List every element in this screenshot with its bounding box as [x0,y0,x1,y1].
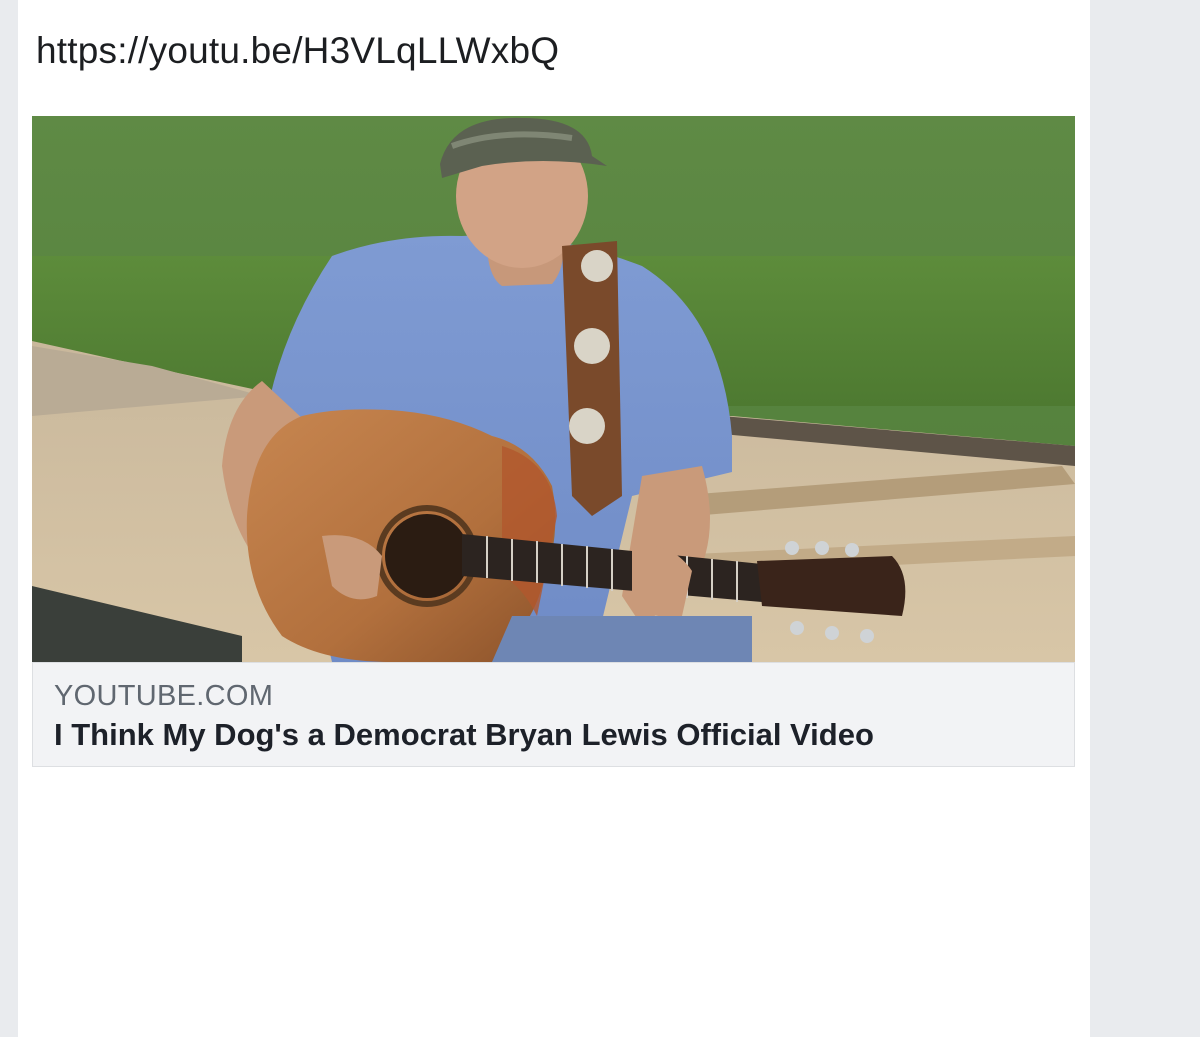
post-link-text[interactable]: https://youtu.be/H3VLqLLWxbQ [36,30,559,72]
link-preview-card[interactable]: YOUTUBE.COM I Think My Dog's a Democrat … [32,116,1075,767]
link-preview-meta: YOUTUBE.COM I Think My Dog's a Democrat … [33,662,1074,766]
post-card: https://youtu.be/H3VLqLLWxbQ YOUTUBE.COM… [18,0,1090,1037]
link-title[interactable]: I Think My Dog's a Democrat Bryan Lewis … [54,716,1074,754]
page: https://youtu.be/H3VLqLLWxbQ YOUTUBE.COM… [0,0,1200,1037]
video-thumbnail[interactable] [32,116,1075,662]
link-domain: YOUTUBE.COM [54,680,274,712]
